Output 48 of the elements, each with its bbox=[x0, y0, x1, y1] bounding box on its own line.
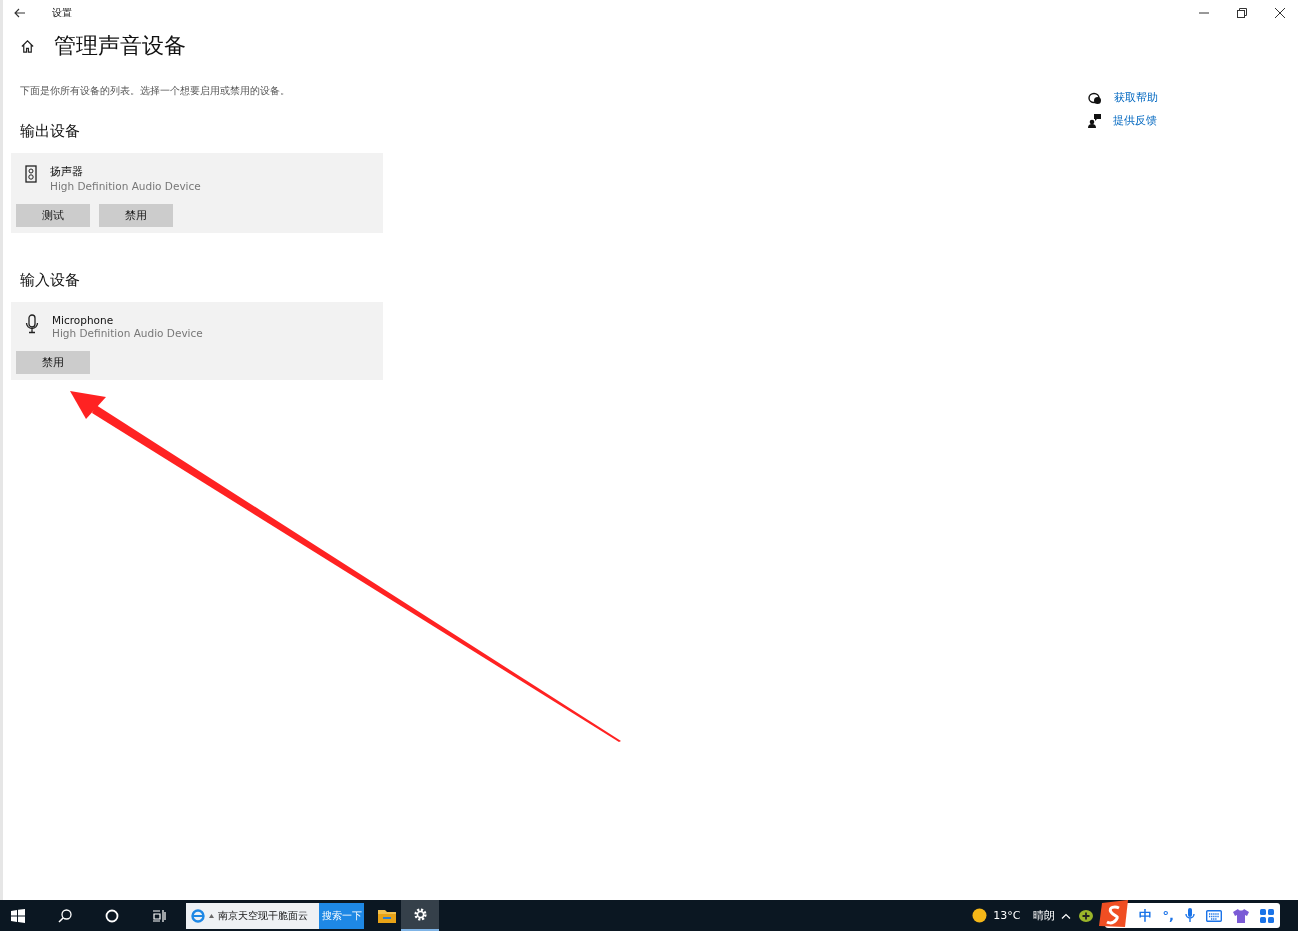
back-icon[interactable] bbox=[14, 7, 26, 18]
side-link[interactable]: 获取帮助 bbox=[1114, 91, 1158, 105]
section-heading: 输出设备 bbox=[20, 122, 81, 141]
search-go-button[interactable]: 搜索一下 bbox=[319, 902, 364, 929]
settings-taskbar-button[interactable] bbox=[401, 900, 439, 931]
folder-icon[interactable] bbox=[378, 908, 396, 923]
browser-e-icon bbox=[191, 908, 205, 923]
weather-temperature: 13°C bbox=[993, 909, 1021, 922]
keyboard-icon[interactable] bbox=[1206, 909, 1222, 922]
microphone-icon bbox=[25, 314, 39, 334]
cortana-icon[interactable] bbox=[105, 908, 119, 923]
ime-punctuation[interactable]: °, bbox=[1162, 908, 1174, 923]
ime-logo-icon[interactable] bbox=[1098, 900, 1129, 928]
section-heading: 输入设备 bbox=[20, 271, 81, 290]
device-button[interactable]: 禁用 bbox=[99, 204, 173, 227]
page-description: 下面是你所有设备的列表。选择一个想要启用或禁用的设备。 bbox=[20, 84, 291, 98]
gear-icon bbox=[412, 907, 428, 922]
weather-condition: 晴朗 bbox=[1032, 908, 1055, 923]
chevron-up-icon[interactable] bbox=[1060, 912, 1071, 919]
close-icon[interactable] bbox=[1275, 7, 1285, 18]
device-button[interactable]: 测试 bbox=[16, 204, 90, 227]
device-button[interactable]: 禁用 bbox=[16, 351, 90, 374]
windows-start-icon[interactable] bbox=[11, 908, 25, 923]
search-icon[interactable] bbox=[58, 908, 72, 923]
grid-icon[interactable] bbox=[1260, 908, 1274, 923]
window-title: 设置 bbox=[52, 5, 72, 20]
caret-icon bbox=[209, 913, 214, 918]
browser-search-box[interactable]: 南京天空现干脆面云 bbox=[186, 902, 319, 929]
feedback-icon bbox=[1088, 114, 1101, 128]
ime-mode[interactable]: 中 bbox=[1138, 906, 1152, 925]
speaker-icon bbox=[25, 165, 37, 183]
search-text: 南京天空现干脆面云 bbox=[218, 908, 308, 923]
device-driver: High Definition Audio Device bbox=[52, 327, 203, 339]
page-title: 管理声音设备 bbox=[54, 32, 186, 60]
home-icon[interactable] bbox=[20, 38, 35, 54]
task-view-icon[interactable] bbox=[152, 908, 166, 923]
microphone-icon[interactable] bbox=[1185, 908, 1195, 923]
device-name: Microphone bbox=[52, 314, 115, 326]
device-driver: High Definition Audio Device bbox=[50, 180, 201, 192]
sun-icon bbox=[972, 908, 988, 923]
device-card[interactable]: 扬声器 High Definition Audio Device 测试 禁用 bbox=[11, 153, 383, 233]
shirt-icon[interactable] bbox=[1233, 908, 1249, 923]
restore-icon[interactable] bbox=[1237, 7, 1247, 18]
plus-shield-icon[interactable] bbox=[1078, 909, 1093, 922]
device-card[interactable]: Microphone High Definition Audio Device 禁用 bbox=[11, 302, 383, 380]
chat-help-icon bbox=[1088, 91, 1102, 105]
device-name: 扬声器 bbox=[50, 165, 84, 179]
side-link[interactable]: 提供反馈 bbox=[1113, 114, 1157, 128]
